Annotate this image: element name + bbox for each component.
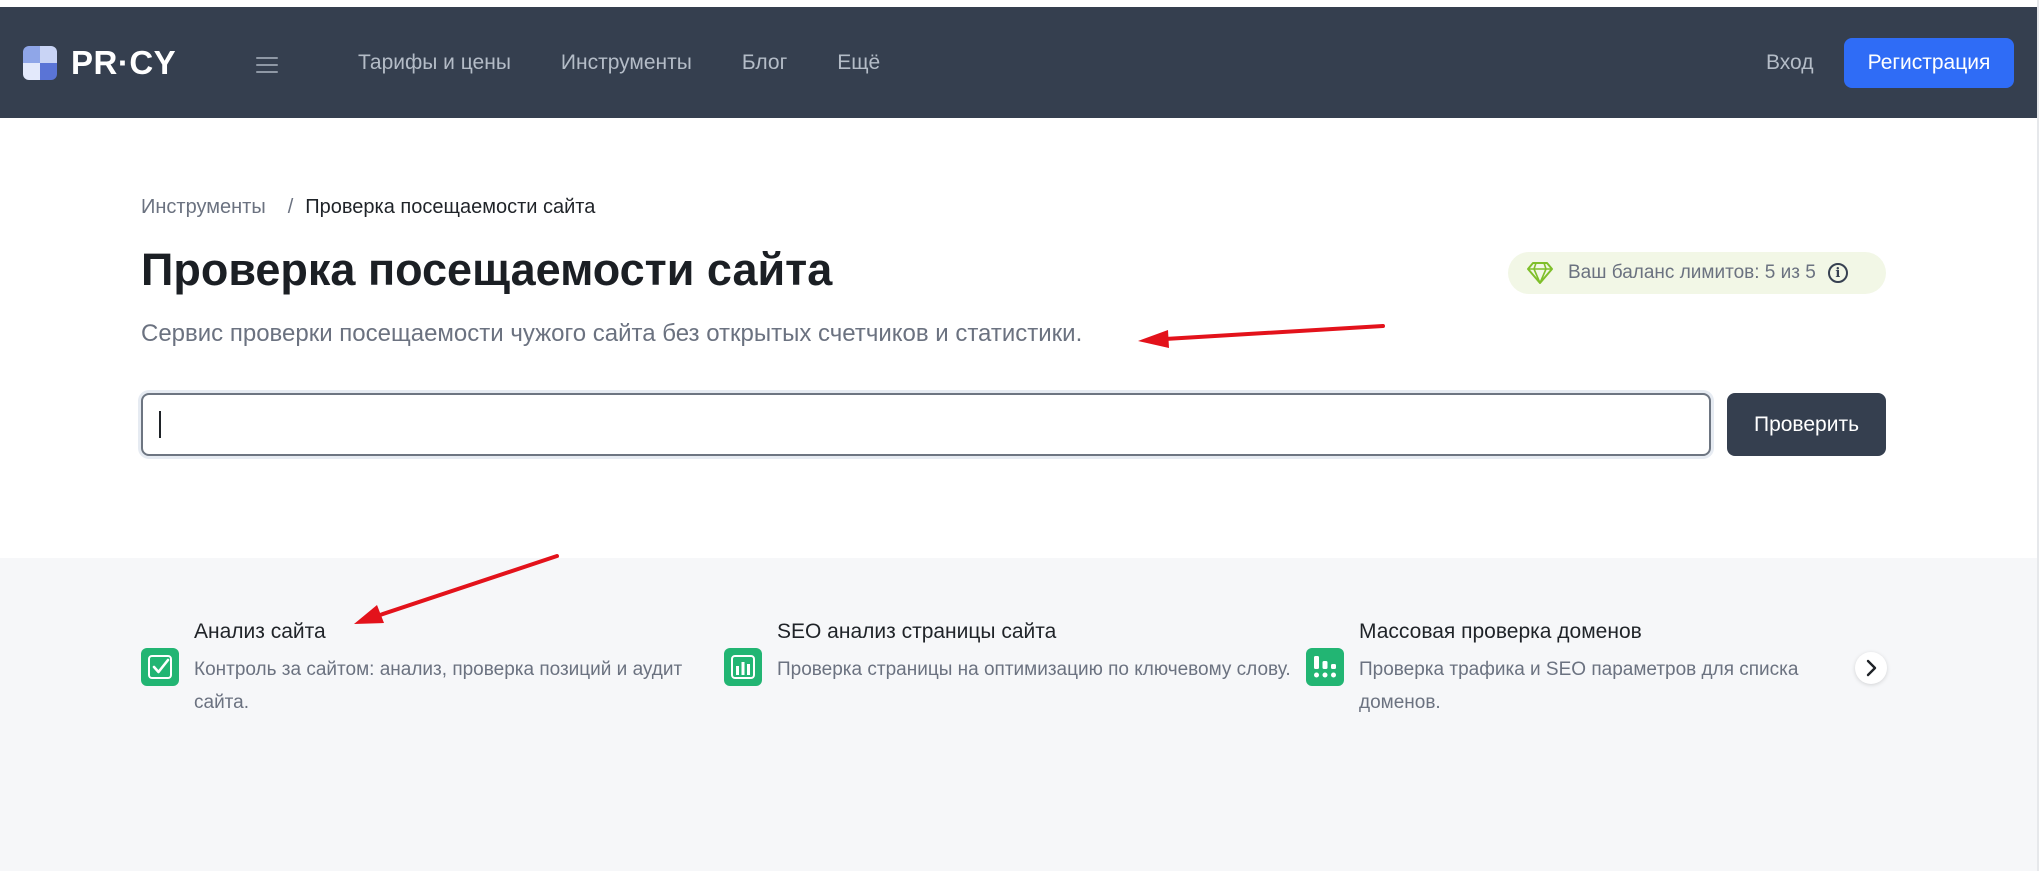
tool-description: Контроль за сайтом: анализ, проверка поз… bbox=[194, 659, 683, 713]
logo-text: PR·CY bbox=[71, 44, 177, 81]
nav-item-pricing[interactable]: Тарифы и цены bbox=[358, 51, 511, 75]
site-header: PR·CY Тарифы и цены Инструменты Блог Ещё… bbox=[0, 7, 2039, 118]
annotation-arrow-subtitle bbox=[1138, 324, 1385, 348]
limits-balance-badge: Ваш баланс лимитов: 5 из 5 i bbox=[1508, 252, 1886, 294]
register-button[interactable]: Регистрация bbox=[1844, 38, 2014, 88]
top-strip bbox=[0, 0, 2039, 7]
diamond-icon bbox=[1527, 262, 1553, 284]
page-subtitle: Сервис проверки посещаемости чужого сайт… bbox=[141, 320, 1083, 347]
carousel-next-button[interactable] bbox=[1855, 652, 1887, 684]
breadcrumb-current: Проверка посещаемости сайта bbox=[305, 196, 596, 218]
text-caret bbox=[159, 411, 161, 438]
tool-description: Проверка страницы на оптимизацию по ключ… bbox=[777, 659, 1291, 680]
tool-title[interactable]: Массовая проверка доменов bbox=[1359, 620, 1642, 644]
checkmark-icon bbox=[141, 648, 179, 686]
chevron-right-icon bbox=[1866, 659, 1877, 677]
nav-item-tools[interactable]: Инструменты bbox=[561, 51, 692, 75]
tool-description: Проверка трафика и SEO параметров для сп… bbox=[1359, 659, 1799, 713]
bar-chart-icon bbox=[724, 648, 762, 686]
breadcrumb: Инструменты / Проверка посещаемости сайт… bbox=[141, 196, 595, 219]
info-icon[interactable]: i bbox=[1827, 263, 1848, 283]
tool-title[interactable]: Анализ сайта bbox=[194, 620, 326, 644]
menu-burger-icon[interactable] bbox=[256, 57, 278, 73]
screen: PR·CY Тарифы и цены Инструменты Блог Ещё… bbox=[0, 0, 2039, 871]
url-input[interactable] bbox=[141, 393, 1711, 456]
login-link[interactable]: Вход bbox=[1766, 51, 1814, 75]
main-nav: Тарифы и цены Инструменты Блог Ещё bbox=[358, 7, 930, 118]
page-title: Проверка посещаемости сайта bbox=[141, 244, 833, 295]
check-button[interactable]: Проверить bbox=[1727, 393, 1886, 456]
tool-title[interactable]: SEO анализ страницы сайта bbox=[777, 620, 1056, 644]
logo-mark-icon bbox=[23, 46, 57, 80]
logo[interactable]: PR·CY bbox=[23, 44, 176, 82]
nav-item-more[interactable]: Ещё bbox=[837, 51, 880, 75]
balance-text: Ваш баланс лимитов: 5 из 5 bbox=[1568, 262, 1816, 283]
breadcrumb-separator: / bbox=[287, 196, 294, 218]
dots-grid-icon bbox=[1306, 648, 1344, 686]
breadcrumb-parent[interactable]: Инструменты bbox=[141, 196, 266, 219]
nav-item-blog[interactable]: Блог bbox=[742, 51, 787, 75]
